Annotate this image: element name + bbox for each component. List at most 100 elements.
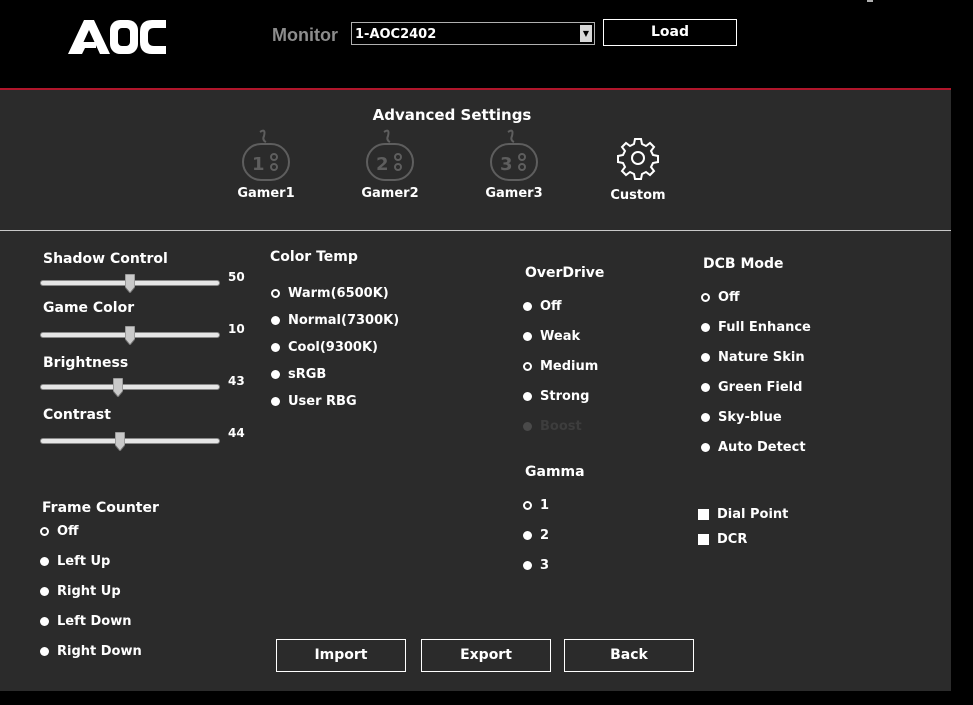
checkbox-label: DCR — [717, 532, 748, 547]
option-label: Nature Skin — [718, 350, 805, 365]
option-label: Weak — [540, 329, 581, 344]
slider-value: 10 — [228, 322, 245, 336]
preset-gamer3[interactable]: 3 Gamer3 — [454, 128, 574, 201]
back-button[interactable]: Back — [564, 639, 694, 672]
dcb-mode-option[interactable]: Green Field — [701, 380, 802, 395]
gamma-option[interactable]: 1 — [523, 498, 549, 513]
gamepad-2-icon: 2 — [366, 129, 414, 181]
slider-label: Brightness — [43, 355, 129, 371]
checkbox-icon[interactable] — [698, 509, 709, 520]
export-button[interactable]: Export — [421, 639, 551, 672]
aoc-logo — [66, 18, 168, 56]
preset-gamer2[interactable]: 2 Gamer2 — [330, 128, 450, 201]
overdrive-option[interactable]: Off — [523, 299, 562, 314]
preset-label: Gamer1 — [237, 186, 295, 201]
load-button[interactable]: Load — [603, 19, 737, 46]
radio-icon[interactable] — [523, 501, 532, 510]
option-label: 1 — [540, 498, 550, 513]
preset-label: Gamer2 — [361, 186, 419, 201]
color-temp-option[interactable]: sRGB — [271, 367, 326, 382]
radio-icon[interactable] — [701, 323, 710, 332]
frame-counter-option[interactable]: Left Up — [40, 554, 110, 569]
frame-counter-option[interactable]: Off — [40, 524, 79, 539]
slider-thumb[interactable] — [114, 432, 125, 451]
preset-gamer1[interactable]: 1 Gamer1 — [206, 128, 326, 201]
radio-icon[interactable] — [701, 383, 710, 392]
monitor-select[interactable]: 1-AOC2402 ▼ — [351, 22, 595, 45]
slider-thumb[interactable] — [113, 378, 124, 397]
gamma-option[interactable]: 3 — [523, 558, 549, 573]
contrast-slider[interactable] — [40, 432, 220, 451]
radio-icon[interactable] — [523, 561, 532, 570]
overdrive-option[interactable]: Strong — [523, 389, 589, 404]
option-label: Green Field — [718, 380, 803, 395]
slider-value: 44 — [228, 426, 245, 440]
color-temp-title: Color Temp — [270, 249, 358, 265]
option-label: Cool(9300K) — [288, 340, 378, 355]
game-color-slider[interactable] — [40, 326, 220, 345]
radio-icon[interactable] — [701, 443, 710, 452]
color-temp-option[interactable]: Normal(7300K) — [271, 313, 399, 328]
radio-icon[interactable] — [271, 316, 280, 325]
checkbox-icon[interactable] — [698, 534, 709, 545]
radio-icon[interactable] — [701, 293, 710, 302]
radio-icon[interactable] — [271, 343, 280, 352]
option-label: Off — [57, 524, 79, 539]
option-label: Strong — [540, 389, 590, 404]
import-button[interactable]: Import — [276, 639, 406, 672]
option-label: Left Down — [57, 614, 132, 629]
radio-icon[interactable] — [271, 370, 280, 379]
radio-icon[interactable] — [523, 362, 532, 371]
option-label: Off — [718, 290, 740, 305]
shadow-control-slider[interactable] — [40, 274, 220, 293]
radio-icon[interactable] — [40, 587, 49, 596]
dial-point-checkbox[interactable]: Dial Point — [698, 507, 788, 522]
chevron-down-icon[interactable]: ▼ — [580, 25, 592, 42]
radio-icon[interactable] — [40, 557, 49, 566]
section-divider — [0, 230, 951, 231]
frame-counter-option[interactable]: Left Down — [40, 614, 131, 629]
color-temp-option[interactable]: Warm(6500K) — [271, 286, 389, 301]
radio-icon[interactable] — [701, 413, 710, 422]
option-label: Medium — [540, 359, 599, 374]
dcb-mode-option[interactable]: Sky-blue — [701, 410, 782, 425]
dcb-mode-option[interactable]: Off — [701, 290, 740, 305]
radio-icon[interactable] — [271, 397, 280, 406]
color-temp-option[interactable]: Cool(9300K) — [271, 340, 378, 355]
monitor-select-value: 1-AOC2402 — [355, 27, 437, 42]
slider-value: 50 — [228, 270, 245, 284]
option-label: Full Enhance — [718, 320, 811, 335]
radio-icon[interactable] — [40, 527, 49, 536]
preset-custom[interactable]: Custom — [578, 136, 698, 203]
radio-icon[interactable] — [271, 289, 280, 298]
radio-icon[interactable] — [40, 647, 49, 656]
option-label: Left Up — [57, 554, 111, 569]
dcr-checkbox[interactable]: DCR — [698, 532, 747, 547]
radio-icon[interactable] — [523, 332, 532, 341]
radio-icon[interactable] — [523, 302, 532, 311]
frame-counter-option[interactable]: Right Up — [40, 584, 121, 599]
slider-thumb[interactable] — [125, 326, 135, 345]
frame-counter-option[interactable]: Right Down — [40, 644, 142, 659]
window-minimize-mark[interactable] — [867, 0, 873, 2]
option-label: Sky-blue — [718, 410, 782, 425]
radio-icon[interactable] — [701, 353, 710, 362]
color-temp-option[interactable]: User RBG — [271, 394, 357, 409]
svg-text:3: 3 — [500, 154, 513, 175]
checkbox-label: Dial Point — [717, 507, 789, 522]
gamma-option[interactable]: 2 — [523, 528, 549, 543]
dcb-mode-option[interactable]: Nature Skin — [701, 350, 805, 365]
radio-icon[interactable] — [523, 531, 532, 540]
gamepad-3-icon: 3 — [490, 129, 538, 181]
overdrive-option[interactable]: Medium — [523, 359, 598, 374]
option-label: Right Down — [57, 644, 142, 659]
frame-counter-title: Frame Counter — [42, 500, 159, 516]
radio-icon[interactable] — [40, 617, 49, 626]
slider-thumb[interactable] — [125, 274, 135, 293]
option-label: Warm(6500K) — [288, 286, 389, 301]
brightness-slider[interactable] — [40, 378, 220, 397]
radio-icon[interactable] — [523, 392, 532, 401]
dcb-mode-option[interactable]: Full Enhance — [701, 320, 811, 335]
overdrive-option[interactable]: Weak — [523, 329, 580, 344]
dcb-mode-option[interactable]: Auto Detect — [701, 440, 806, 455]
